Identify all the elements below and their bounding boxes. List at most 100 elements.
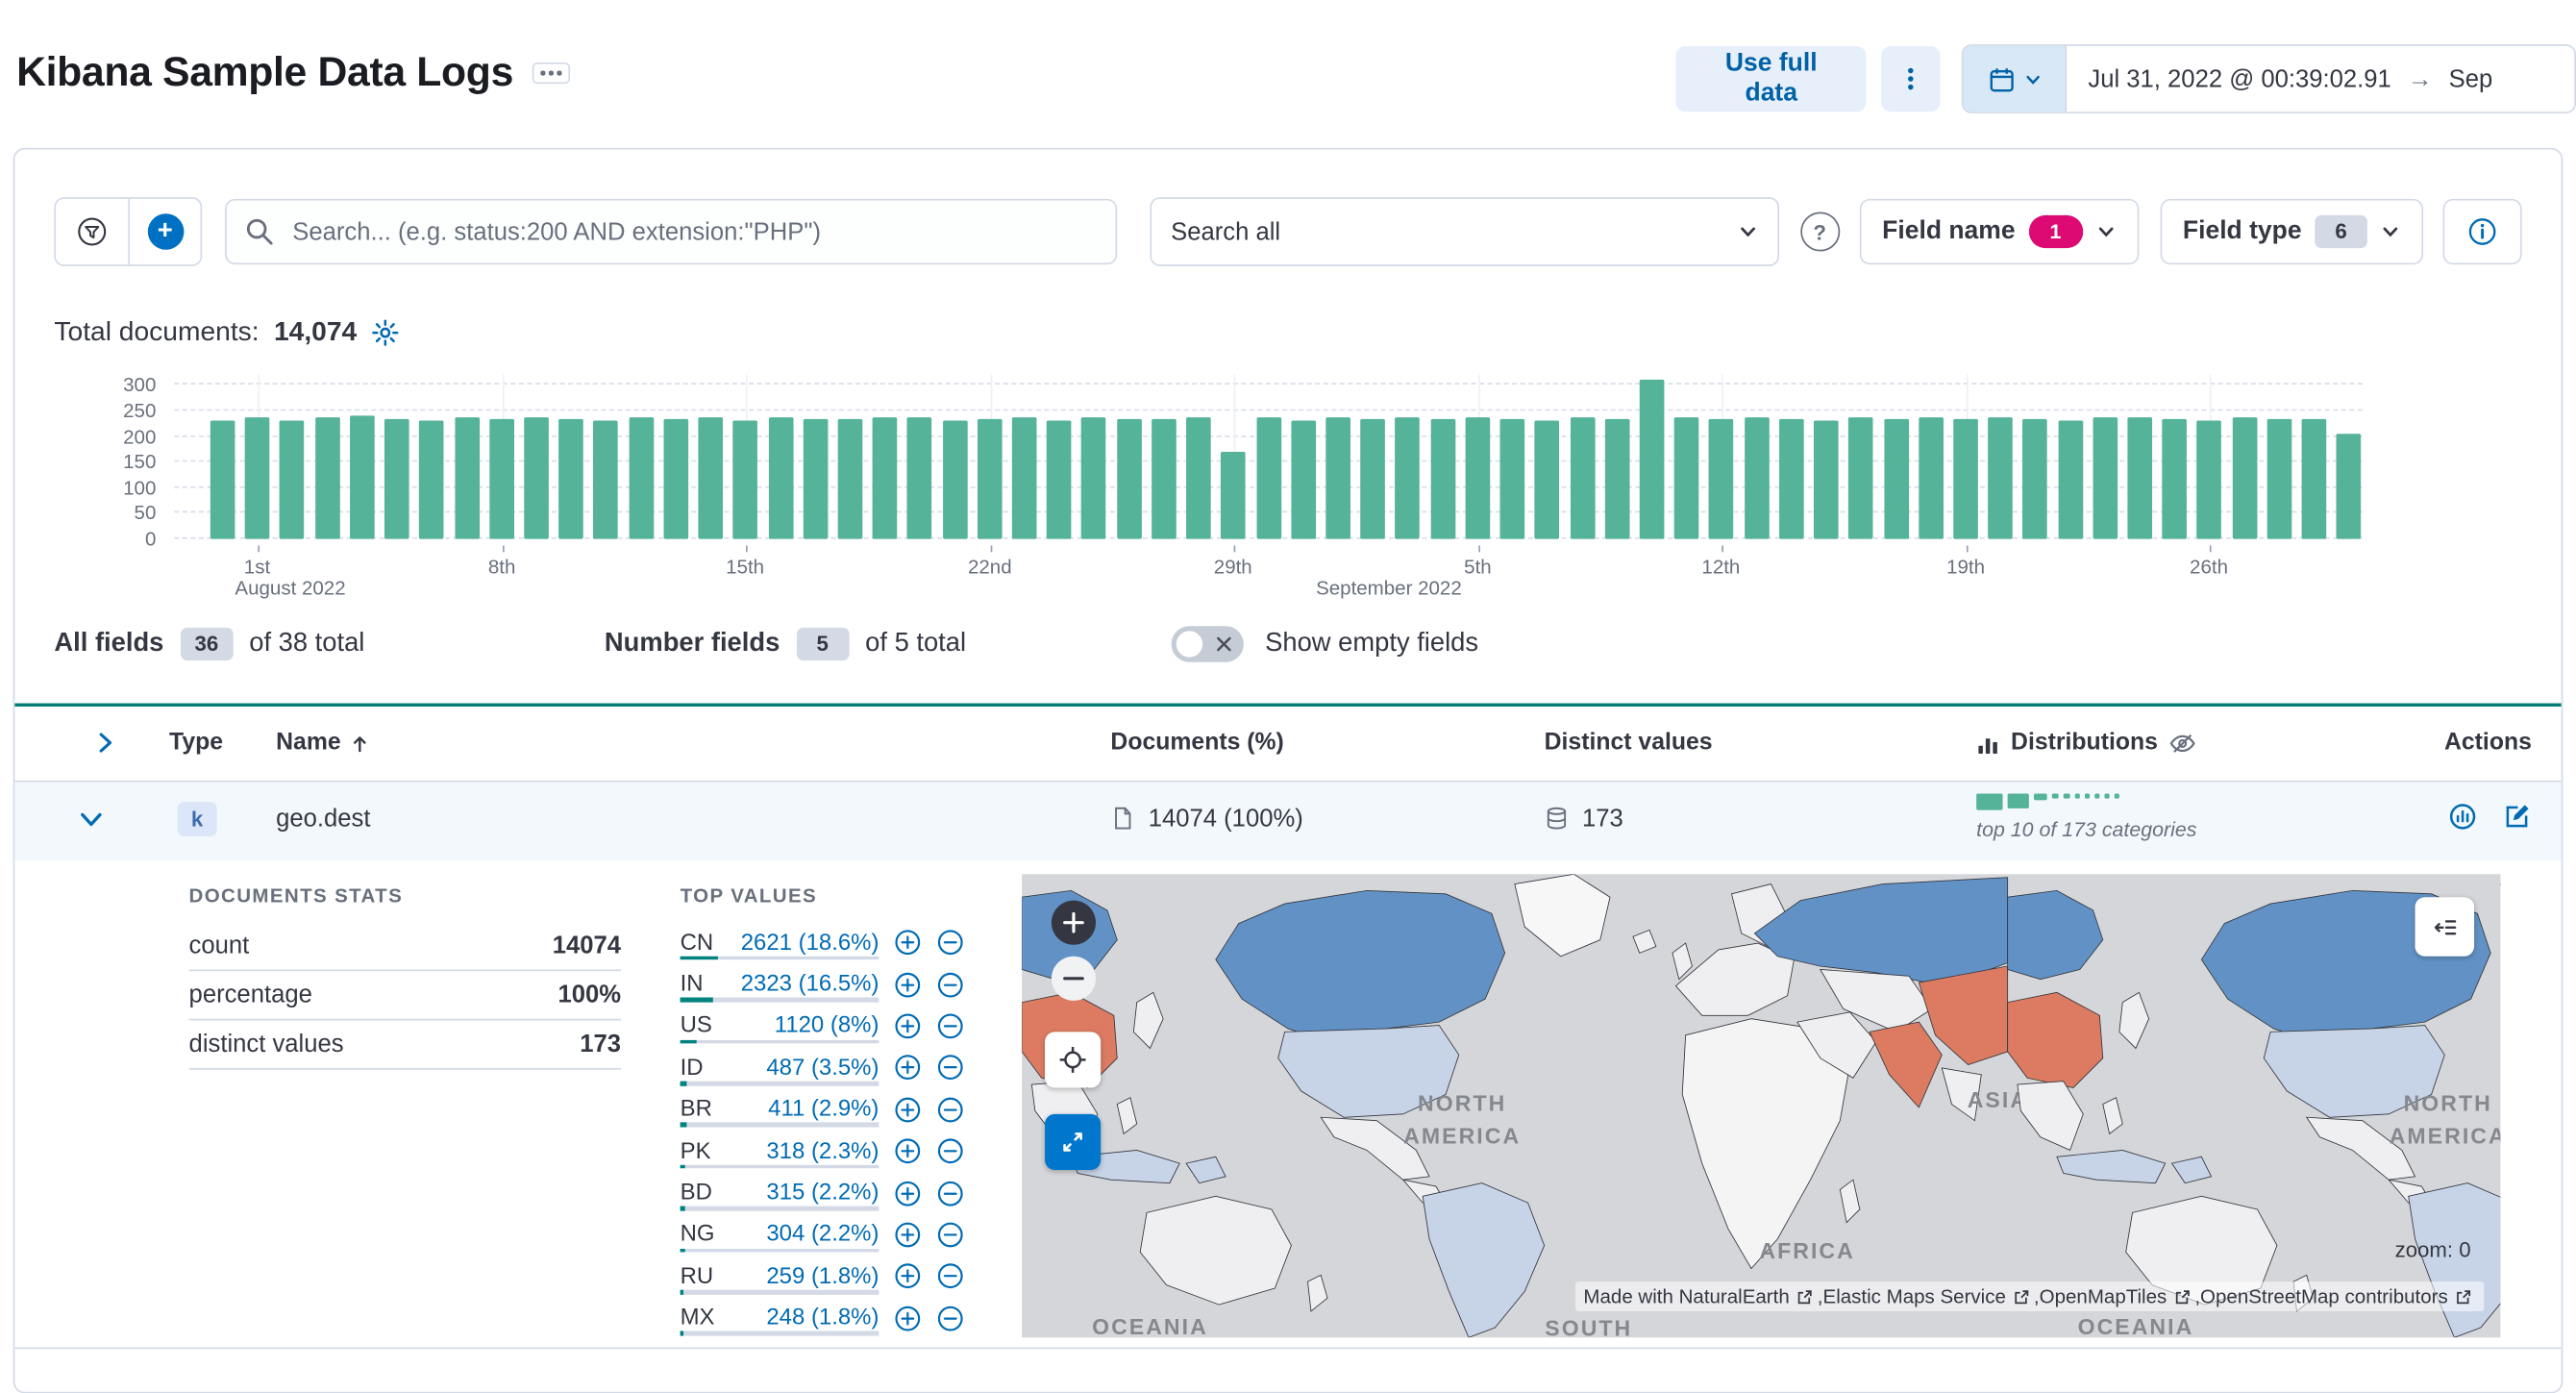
explore-in-lens-icon[interactable] <box>2448 802 2478 832</box>
filter-out-value-button[interactable] <box>936 1305 964 1332</box>
filter-out-value-button[interactable] <box>936 929 964 957</box>
filter-for-value-button[interactable] <box>894 1012 922 1040</box>
histogram-bar <box>2057 419 2083 539</box>
add-filter-button[interactable]: + <box>128 198 201 265</box>
filter-for-value-button[interactable] <box>894 970 922 998</box>
axis-tick <box>1232 545 1235 553</box>
plus-circle-icon <box>895 1263 921 1289</box>
filter-for-value-button[interactable] <box>894 1305 922 1332</box>
map-zoom-out-button[interactable] <box>1051 956 1097 1001</box>
field-type-dropdown[interactable]: Field type 6 <box>2159 198 2424 265</box>
use-full-data-button[interactable]: Use full data <box>1675 45 1868 112</box>
histogram-bar <box>1221 451 1247 539</box>
row-actions <box>2448 802 2532 832</box>
filter-out-value-button[interactable] <box>936 1262 964 1290</box>
histogram-bar <box>1081 417 1107 539</box>
plus-circle-icon <box>895 1306 921 1331</box>
histogram-bar <box>1848 416 1873 539</box>
histogram-bar <box>384 418 409 539</box>
filter-out-value-button[interactable] <box>936 1054 964 1082</box>
column-header-distinct-values[interactable]: Distinct values <box>1545 707 1713 781</box>
filter-for-value-button[interactable] <box>894 1262 922 1290</box>
filter-out-value-button[interactable] <box>936 1096 964 1124</box>
top-value: ID 487 (3.5%) <box>680 1047 879 1088</box>
edit-visualization-icon[interactable] <box>2502 802 2532 832</box>
plus-circle-icon: + <box>146 213 184 250</box>
field-name[interactable]: geo.dest <box>276 783 370 855</box>
field-name-dropdown[interactable]: Field name 1 <box>1859 198 2139 265</box>
top-value-count: 411 (2.9%) <box>768 1094 879 1122</box>
documents-stat-row: count 14074 <box>188 922 622 972</box>
map-attribution-link[interactable]: Elastic Maps Service <box>1823 1285 2034 1308</box>
top-value-key: IN <box>680 969 704 996</box>
filter-out-value-button[interactable] <box>936 1179 964 1206</box>
map-attribution-link[interactable]: Made with NaturalEarth <box>1583 1285 1817 1308</box>
calendar-button[interactable] <box>1963 45 2068 112</box>
map-attribution-link[interactable]: OpenMapTiles <box>2040 1285 2195 1308</box>
column-header-type[interactable]: Type <box>169 707 223 781</box>
search-box <box>225 198 1117 265</box>
histogram-bar <box>1430 419 1455 539</box>
column-header-name[interactable]: Name <box>276 707 369 781</box>
histogram-bar <box>1814 419 1839 539</box>
search-icon <box>246 218 273 245</box>
top-value: MX 248 (1.8%) <box>680 1297 879 1338</box>
number-fields-label: Number fields <box>604 629 780 658</box>
filter-list-button[interactable] <box>56 198 129 265</box>
histogram-bar <box>1953 419 1978 539</box>
top-value-bar <box>680 1248 879 1253</box>
minus-circle-icon <box>937 972 963 997</box>
choropleth-map[interactable]: NORTH AMERICA AFRICA OCEANIA ASIA SOUTH <box>1022 874 2501 1338</box>
filter-for-value-button[interactable] <box>894 1096 922 1124</box>
show-empty-fields-toggle[interactable] <box>1171 626 1244 662</box>
number-fields-count-badge: 5 <box>796 627 850 661</box>
map-attribution-link[interactable]: OpenStreetMap contributors <box>2200 1285 2476 1308</box>
toggle-knob <box>1176 631 1203 658</box>
stat-label: percentage <box>188 981 312 1009</box>
minus-circle-icon <box>937 1013 963 1039</box>
column-header-documents[interactable]: Documents (%) <box>1110 707 1283 781</box>
breadcrumb-menu-icon[interactable] <box>533 62 570 84</box>
axis-tick <box>1721 545 1723 553</box>
filter-out-value-button[interactable] <box>936 1137 964 1165</box>
show-empty-fields-label: Show empty fields <box>1265 629 1479 658</box>
top-value-key: US <box>680 1010 712 1038</box>
histogram-bar <box>1047 419 1072 539</box>
y-axis-label: 150 <box>123 450 157 474</box>
filter-for-value-button[interactable] <box>894 1137 922 1165</box>
search-scope-select[interactable]: Search all <box>1149 197 1779 266</box>
filter-for-value-button[interactable] <box>894 1179 922 1206</box>
histogram-bar <box>837 419 863 539</box>
search-input[interactable] <box>225 198 1117 265</box>
histogram-bar <box>1499 418 1525 539</box>
filter-out-value-button[interactable] <box>936 1221 964 1249</box>
map-locate-button[interactable] <box>1045 1032 1102 1088</box>
filter-for-value-button[interactable] <box>894 1221 922 1249</box>
filter-out-value-button[interactable] <box>936 1012 964 1040</box>
plus-circle-icon <box>895 1097 921 1123</box>
collapse-row-button[interactable] <box>74 802 109 836</box>
filter-for-value-button[interactable] <box>894 929 922 957</box>
plus-icon <box>1063 911 1084 933</box>
date-end[interactable]: Sep <box>2449 65 2493 93</box>
filter-for-value-button[interactable] <box>894 1054 922 1082</box>
eye-slash-icon[interactable] <box>2169 730 2197 758</box>
date-start[interactable]: Jul 31, 2022 @ 00:39:02.91 <box>2088 65 2390 93</box>
x-axis-label: 19th <box>1946 555 1986 579</box>
expand-all-button[interactable] <box>92 730 118 761</box>
top-value-row: IN 2323 (16.5%) <box>680 963 977 1005</box>
histogram-bar <box>872 417 898 539</box>
histogram-bar <box>2127 417 2153 539</box>
top-value-bar <box>680 1039 879 1044</box>
map-fullscreen-button[interactable] <box>1045 1113 1102 1170</box>
map-legend-toggle-button[interactable] <box>2415 897 2475 957</box>
gear-icon[interactable] <box>372 319 400 347</box>
field-types-info-button[interactable] <box>2442 198 2522 265</box>
options-button[interactable] <box>1881 45 1941 112</box>
bars-container <box>174 375 2363 539</box>
search-row: + Search all ? Field name 1 <box>54 197 2522 266</box>
map-zoom-in-button[interactable] <box>1051 900 1097 945</box>
help-icon[interactable]: ? <box>1799 211 1840 252</box>
column-header-distributions[interactable]: Distributions <box>1976 707 2197 781</box>
filter-out-value-button[interactable] <box>936 970 964 998</box>
